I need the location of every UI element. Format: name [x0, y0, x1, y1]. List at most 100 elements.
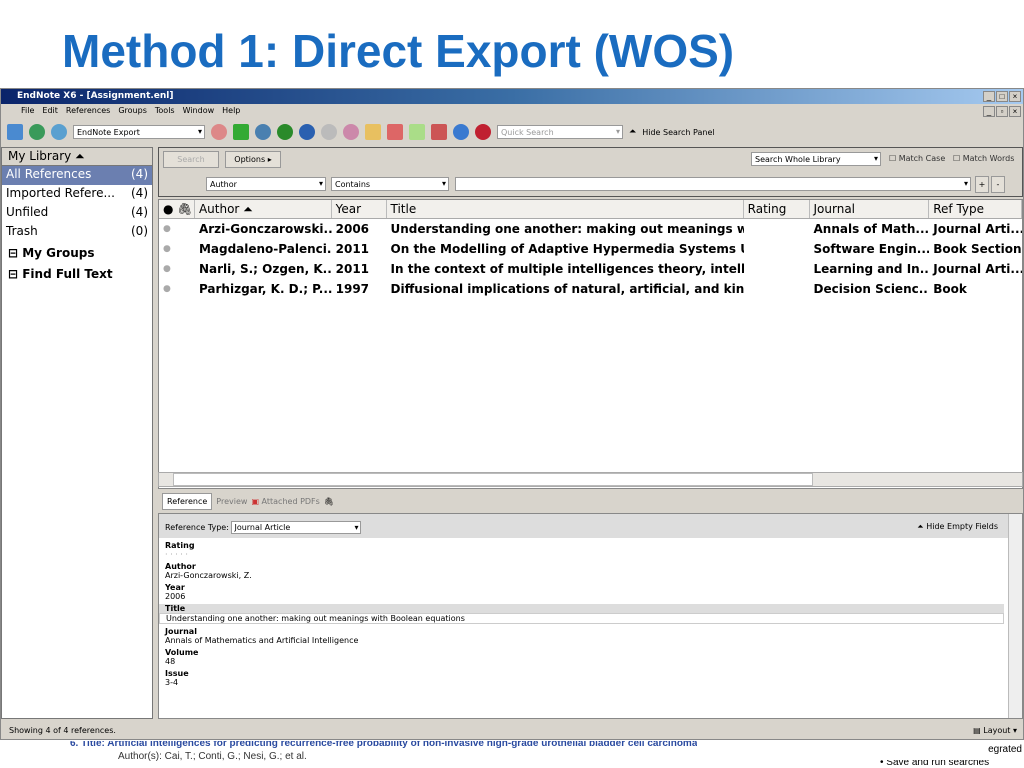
options-button[interactable]: Options ▸ [225, 151, 281, 168]
cell-journal: Decision Scienc... [813, 282, 930, 296]
unread-dot-icon: ● [163, 244, 171, 254]
cell-title: Understanding one another: making out me… [390, 222, 744, 236]
toolbar: EndNote Export Quick Search ⏶ Hide Searc… [1, 118, 1023, 146]
menu-references[interactable]: References [66, 106, 110, 118]
pdf-icon[interactable] [387, 124, 403, 140]
reference-scrollbar[interactable] [1008, 514, 1022, 718]
field-value[interactable]: 48 [159, 657, 1022, 666]
col-year[interactable]: Year [332, 200, 387, 218]
sidebar-item-unfiled[interactable]: Unfiled (4) [2, 204, 152, 223]
match-case-checkbox[interactable]: ☐ Match Case [889, 154, 945, 163]
field-label: Rating [165, 541, 195, 550]
sidebar-item-imported[interactable]: Imported Refere... (4) [2, 185, 152, 204]
horizontal-scrollbar[interactable] [158, 472, 1023, 487]
reference-tabs: Reference Preview ▣ Attached PDFs 🖇 [158, 491, 1023, 511]
my-groups[interactable]: ⊟ My Groups [2, 242, 152, 267]
menu-groups[interactable]: Groups [118, 106, 147, 118]
import-icon[interactable] [277, 124, 293, 140]
menu-window[interactable]: Window [183, 106, 215, 118]
cell-journal: Software Engin... [813, 242, 930, 256]
help-icon[interactable] [475, 124, 491, 140]
search-value-input[interactable] [455, 177, 971, 191]
field-label: Author [165, 562, 196, 571]
export-icon[interactable] [299, 124, 315, 140]
tab-reference[interactable]: Reference [162, 492, 213, 510]
menu-bar: File Edit References Groups Tools Window Help … [1, 104, 1023, 118]
col-ref-type[interactable]: Ref Type [929, 200, 1023, 218]
col-author[interactable]: Author ⏶ [195, 200, 332, 218]
field-value[interactable]: Annals of Mathematics and Artificial Int… [159, 636, 1022, 645]
cell-author: Narli, S.; Ozgen, K.... [198, 262, 332, 276]
find-full-text-icon[interactable] [255, 124, 271, 140]
operator-select[interactable]: Contains [331, 177, 449, 191]
find-full-text[interactable]: ⊟ Find Full Text [2, 267, 152, 292]
folder-icon[interactable] [365, 124, 381, 140]
minimize-button[interactable]: _ [983, 91, 995, 102]
table-row[interactable]: ● Narli, S.; Ozgen, K.... 2011 In the conte… [159, 259, 1022, 279]
layout-button[interactable]: ▤ Layout ▾ [973, 726, 1017, 735]
search-scope-select[interactable]: Search Whole Library [751, 152, 881, 166]
web-icon[interactable] [343, 124, 359, 140]
endnote-window: EndNote X6 - [Assignment.enl] _ □ × File Ed… [0, 88, 1024, 740]
cell-author: Parhizgar, K. D.; P... [198, 282, 332, 296]
remove-row-button[interactable]: - [991, 176, 1005, 193]
maximize-button[interactable]: □ [996, 91, 1008, 102]
menu-tools[interactable]: Tools [155, 106, 175, 118]
cell-title: In the context of multiple intelligences… [390, 262, 744, 276]
field-label: Journal [165, 627, 197, 636]
menu-edit[interactable]: Edit [42, 106, 58, 118]
cell-type: Book [933, 282, 967, 296]
rating-stars[interactable]: · · · · · [159, 550, 1022, 559]
style-select[interactable]: EndNote Export [73, 125, 205, 139]
cell-year: 2011 [335, 242, 370, 256]
attachment-column-icon[interactable]: ● 🖇 [159, 200, 195, 218]
window-title: EndNote X6 - [Assignment.enl] [17, 91, 174, 101]
field-value[interactable]: Arzi-Gonczarowski, Z. [159, 571, 1022, 580]
sidebar-item-all-references[interactable]: All References (4) [2, 166, 152, 185]
insert-citation-icon[interactable] [321, 124, 337, 140]
paperclip-icon[interactable]: 🖇 [324, 497, 334, 506]
field-value[interactable]: 3-4 [159, 678, 1022, 687]
online-search-icon[interactable] [29, 124, 45, 140]
close-button[interactable]: × [1009, 91, 1021, 102]
slide-title: Method 1: Direct Export (WOS) [62, 25, 735, 77]
table-row[interactable]: ● Arzi-Gonczarowski... 2006 Understanding o… [159, 219, 1022, 239]
local-library-icon[interactable] [7, 124, 23, 140]
reference-panel: Reference Type: Journal Article ⏶ Hide E… [158, 513, 1023, 719]
search-button[interactable]: Search [163, 151, 219, 168]
reference-type-select[interactable]: Journal Article [231, 521, 362, 534]
quick-search-input[interactable]: Quick Search [497, 125, 623, 139]
copy-icon[interactable] [211, 124, 227, 140]
field-label: Volume [165, 648, 199, 657]
my-library-header[interactable]: My Library ⏶ [2, 148, 152, 166]
add-row-button[interactable]: + [975, 176, 989, 193]
field-label: Title [159, 604, 1004, 613]
field-value[interactable]: Understanding one another: making out me… [159, 613, 1004, 624]
menu-file[interactable]: File [21, 106, 34, 118]
format-icon[interactable] [409, 124, 425, 140]
field-value[interactable]: 2006 [159, 592, 1022, 601]
match-words-checkbox[interactable]: ☐ Match Words [953, 154, 1014, 163]
cell-journal: Learning and In... [813, 262, 930, 276]
edit-icon[interactable] [431, 124, 447, 140]
tab-attached-pdfs[interactable]: ▣ Attached PDFs [251, 497, 319, 506]
col-journal[interactable]: Journal [810, 200, 930, 218]
doc-restore-button[interactable]: ▫ [996, 106, 1008, 117]
integrated-library-icon[interactable] [51, 124, 67, 140]
sync-icon[interactable] [453, 124, 469, 140]
doc-minimize-button[interactable]: _ [983, 106, 995, 117]
sidebar-item-trash[interactable]: Trash (0) [2, 223, 152, 242]
menu-help[interactable]: Help [222, 106, 240, 118]
col-rating[interactable]: Rating [744, 200, 810, 218]
tab-preview[interactable]: Preview [216, 497, 247, 506]
hide-empty-fields-button[interactable]: ⏶ Hide Empty Fields [917, 522, 998, 532]
field-select[interactable]: Author [206, 177, 326, 191]
col-title[interactable]: Title [387, 200, 744, 218]
cell-author: Arzi-Gonczarowski... [198, 222, 332, 236]
table-header: ● 🖇 Author ⏶ Year Title Rating Journal R… [159, 200, 1023, 219]
doc-close-button[interactable]: × [1009, 106, 1021, 117]
table-row[interactable]: ● Magdaleno-Palenci... 2011 On the Modellin… [159, 239, 1022, 259]
table-row[interactable]: ● Parhizgar, K. D.; P... 1997 Diffusional i… [159, 279, 1022, 299]
hide-search-panel-button[interactable]: Hide Search Panel [642, 128, 714, 137]
new-reference-icon[interactable] [233, 124, 249, 140]
